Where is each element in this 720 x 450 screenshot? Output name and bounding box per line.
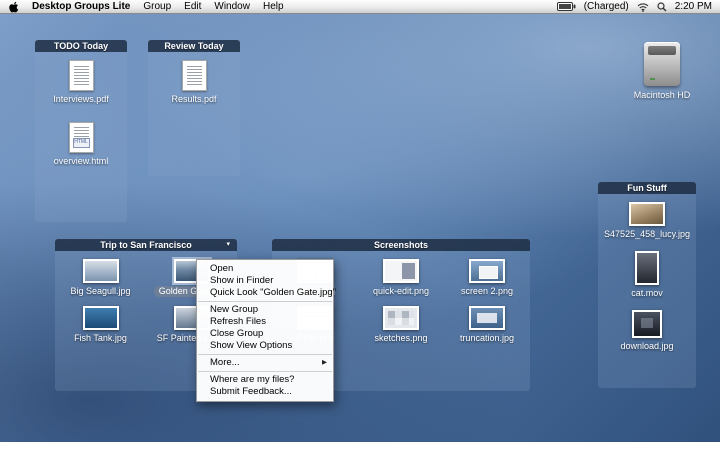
file-label: sketches.png [374, 333, 428, 343]
photo-thumbnail [629, 202, 665, 226]
menubar-item-edit[interactable]: Edit [184, 1, 201, 12]
file-interviews-pdf[interactable]: Interviews.pdf [53, 60, 109, 105]
battery-status-label: (Charged) [583, 1, 629, 12]
file-label: cat.mov [631, 288, 663, 298]
group-todo-today: TODO Today Interviews.pdf overview.html [35, 40, 127, 222]
menubar: Desktop Groups Lite Group Edit Window He… [0, 0, 720, 14]
file-download-jpg[interactable]: download.jpg [620, 310, 674, 352]
file-lucy-jpg[interactable]: S47525_458_lucy.jpg [604, 202, 690, 240]
context-menu-item-close-group[interactable]: Close Group [197, 328, 333, 340]
file-label: screen 2.png [460, 286, 513, 296]
menu-item-label: Refresh Files [210, 316, 266, 327]
screenshot-thumbnail [382, 306, 419, 330]
file-overview-html[interactable]: overview.html [53, 122, 109, 167]
html-file-icon [68, 122, 94, 153]
file-label: Results.pdf [171, 94, 217, 104]
group-body: Interviews.pdf overview.html [35, 52, 127, 222]
file-quick-edit-png[interactable]: quick-edit.png [358, 259, 444, 297]
photo-thumbnail [82, 306, 119, 330]
group-title: Review Today [164, 41, 224, 51]
battery-icon[interactable] [556, 2, 576, 11]
group-title: Screenshots [373, 240, 429, 250]
context-menu-item-refresh-files[interactable]: Refresh Files [197, 316, 333, 328]
file-results-pdf[interactable]: Results.pdf [171, 60, 217, 105]
hard-drive-icon [644, 42, 680, 86]
screenshot-thumbnail [468, 306, 505, 330]
context-menu-item-open[interactable]: Open [197, 263, 333, 275]
photo-thumbnail [82, 259, 119, 283]
submenu-arrow-icon: ▶ [322, 359, 327, 366]
group-title: Fun Stuff [627, 183, 667, 193]
group-body: Results.pdf [148, 52, 240, 176]
file-label: Big Seagull.jpg [70, 286, 131, 296]
file-label: Interviews.pdf [53, 94, 109, 104]
desktop[interactable]: TODO Today Interviews.pdf overview.html … [0, 14, 720, 442]
group-title-bar[interactable]: Review Today [148, 40, 240, 52]
menubar-item-help[interactable]: Help [263, 1, 284, 12]
menu-item-label: More... [210, 357, 240, 368]
context-menu-item-quick-look[interactable]: Quick Look "Golden Gate.jpg" [197, 287, 337, 299]
group-title: TODO Today [53, 41, 109, 51]
file-sketches-png[interactable]: sketches.png [358, 306, 444, 344]
movie-thumbnail [634, 251, 659, 285]
file-label: Fish Tank.jpg [74, 333, 127, 343]
apple-menu-icon[interactable] [8, 1, 19, 13]
photo-thumbnail [631, 310, 662, 338]
menu-item-label: Show in Finder [210, 275, 274, 286]
menu-separator [198, 301, 332, 302]
screenshot-thumbnail [468, 259, 505, 283]
menubar-item-group[interactable]: Group [143, 1, 171, 12]
group-menu-disclosure-icon[interactable]: ▾ [226, 239, 230, 251]
file-fish-tank-jpg[interactable]: Fish Tank.jpg [55, 306, 146, 344]
menu-item-label: Open [210, 263, 234, 274]
group-review-today: Review Today Results.pdf [148, 40, 240, 176]
group-title-bar[interactable]: TODO Today [35, 40, 127, 52]
group-body: S47525_458_lucy.jpg cat.mov download.jpg [598, 194, 696, 388]
menu-item-label: Submit Feedback... [210, 386, 292, 397]
context-menu-item-submit-feedback[interactable]: Submit Feedback... [197, 386, 333, 398]
file-big-seagull-jpg[interactable]: Big Seagull.jpg [55, 259, 146, 297]
file-label: quick-edit.png [372, 286, 429, 296]
file-label: overview.html [53, 156, 109, 166]
menu-item-label: New Group [210, 304, 259, 315]
group-title-bar[interactable]: Screenshots [272, 239, 530, 251]
menu-item-label: Quick Look "Golden Gate.jpg" [210, 287, 337, 298]
menu-separator [198, 371, 332, 372]
volume-label: Macintosh HD [633, 90, 691, 100]
file-screen-2-png[interactable]: screen 2.png [444, 259, 530, 297]
group-title-bar[interactable]: Fun Stuff [598, 182, 696, 194]
menu-item-label: Show View Options [210, 340, 293, 351]
file-label: S47525_458_lucy.jpg [604, 229, 690, 239]
screenshot-thumbnail [382, 259, 419, 283]
volume-macintosh-hd[interactable]: Macintosh HD [612, 42, 712, 101]
group-title: Trip to San Francisco [100, 240, 192, 250]
menu-item-label: Close Group [210, 328, 264, 339]
file-label: truncation.jpg [459, 333, 514, 343]
file-truncation-jpg[interactable]: truncation.jpg [444, 306, 530, 344]
app-menu-title[interactable]: Desktop Groups Lite [32, 1, 130, 12]
menubar-item-window[interactable]: Window [214, 1, 250, 12]
pdf-file-icon [68, 60, 94, 91]
file-label: download.jpg [620, 341, 674, 351]
menubar-clock[interactable]: 2:20 PM [675, 1, 712, 12]
spotlight-icon[interactable] [657, 1, 667, 12]
context-menu-item-show-in-finder[interactable]: Show in Finder [197, 275, 333, 287]
context-menu-item-show-view-options[interactable]: Show View Options [197, 340, 333, 352]
menu-separator [198, 354, 332, 355]
menu-item-label: Where are my files? [210, 374, 295, 385]
group-fun-stuff: Fun Stuff S47525_458_lucy.jpg cat.mov do… [598, 182, 696, 388]
pdf-file-icon [181, 60, 207, 91]
context-menu-item-where-are-my-files[interactable]: Where are my files? [197, 374, 333, 386]
context-menu: Open Show in Finder Quick Look "Golden G… [196, 259, 337, 402]
wifi-icon[interactable] [637, 2, 649, 12]
context-menu-item-more[interactable]: More... ▶ [197, 357, 333, 369]
file-cat-mov[interactable]: cat.mov [631, 251, 663, 299]
group-title-bar[interactable]: Trip to San Francisco ▾ [55, 239, 237, 251]
context-menu-item-new-group[interactable]: New Group [197, 304, 333, 316]
